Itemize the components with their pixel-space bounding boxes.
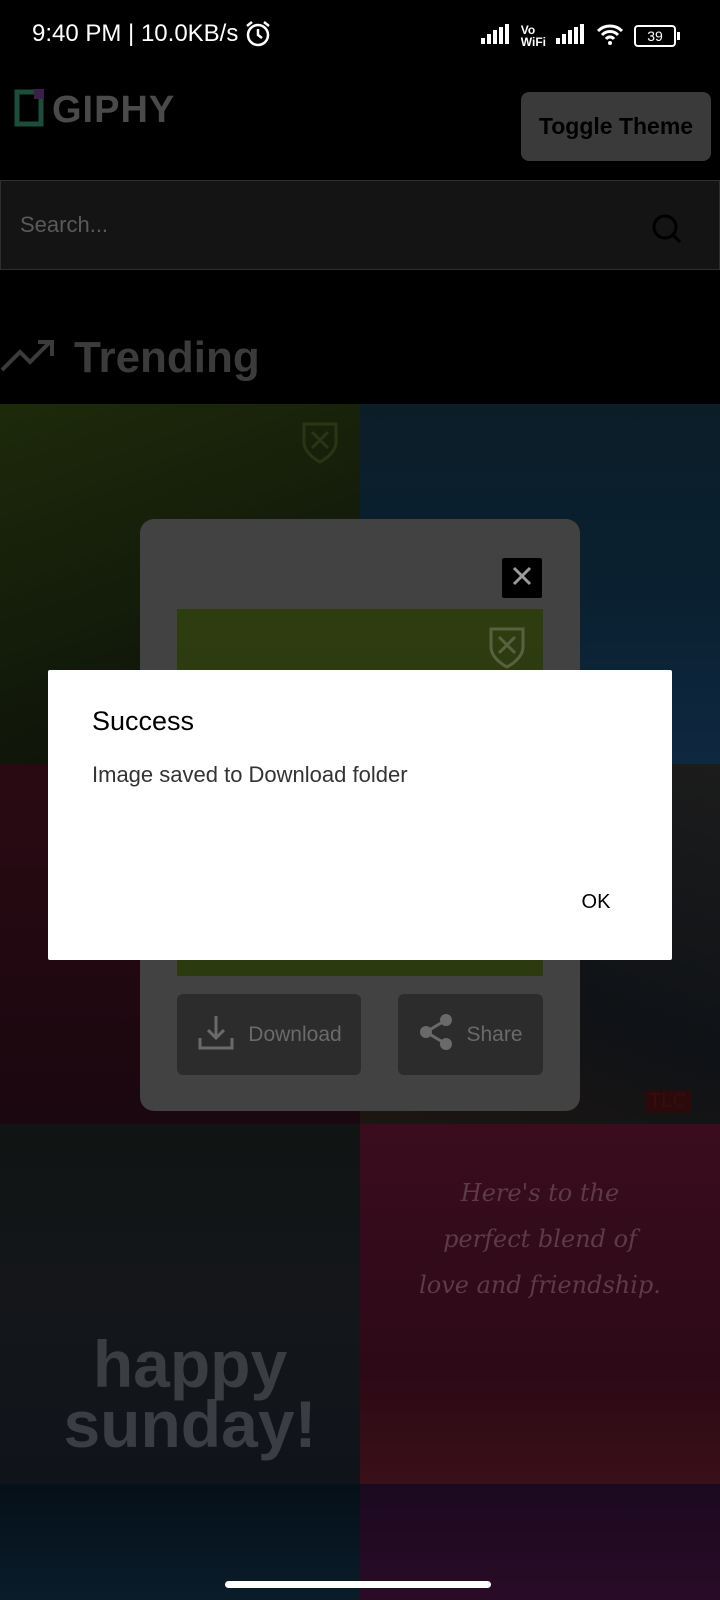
- crest-icon: [300, 420, 340, 469]
- search-placeholder: Search...: [20, 212, 109, 237]
- search-icon[interactable]: [651, 213, 683, 250]
- share-icon: [418, 1013, 454, 1057]
- giphy-logo-text: GIPHY: [52, 88, 176, 131]
- download-button[interactable]: Download: [177, 994, 361, 1075]
- download-icon: [196, 1012, 236, 1058]
- close-icon: [511, 565, 533, 592]
- crest-icon: [487, 625, 527, 674]
- signal-icon: [556, 23, 586, 49]
- alarm-icon: [244, 20, 272, 53]
- trending-label: Trending: [74, 333, 260, 382]
- gif-tile[interactable]: happy sunday!: [0, 1124, 360, 1484]
- dialog-message: Image saved to Download folder: [92, 762, 408, 787]
- tile-caption: Here's to the perfect blend of love and …: [419, 1179, 661, 1299]
- giphy-logo: GIPHY: [14, 88, 175, 132]
- trending-header: Trending: [0, 328, 260, 388]
- giphy-logo-icon: [14, 88, 44, 132]
- share-label: Share: [466, 1022, 523, 1046]
- wifi-icon: [596, 23, 624, 50]
- vowifi-icon: Vo WiFi: [520, 23, 546, 49]
- home-indicator[interactable]: [225, 1581, 491, 1588]
- toggle-theme-button[interactable]: Toggle Theme: [521, 92, 711, 161]
- share-button[interactable]: Share: [398, 994, 543, 1075]
- ok-button[interactable]: OK: [566, 882, 626, 922]
- close-button[interactable]: [502, 558, 542, 598]
- status-icons: Vo WiFi 39: [480, 18, 680, 54]
- battery-icon: 39: [634, 25, 680, 47]
- signal-icon: [480, 23, 511, 49]
- tlc-badge: TLC: [645, 1090, 691, 1113]
- download-label: Download: [248, 1022, 342, 1046]
- tile-caption: happy sunday!: [63, 1327, 317, 1461]
- dialog-title: Success: [92, 706, 195, 736]
- trending-icon: [0, 338, 56, 379]
- status-time: 9:40 PM | 10.0KB/s: [32, 20, 239, 47]
